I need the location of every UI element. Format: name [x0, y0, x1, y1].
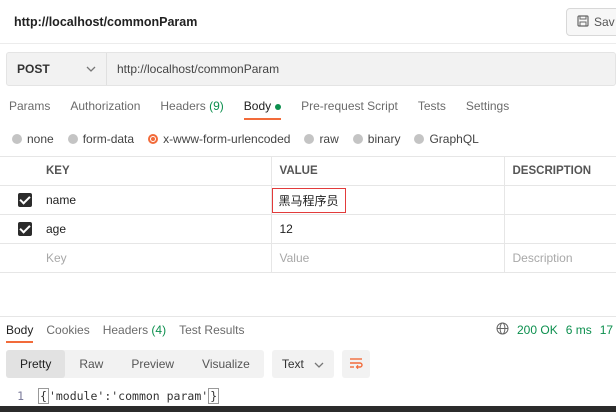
open-brace: { — [38, 388, 49, 404]
window-edge — [0, 406, 616, 412]
view-mode-group: Pretty Raw Preview Visualize — [6, 350, 264, 378]
wrap-lines-button[interactable] — [341, 350, 370, 378]
row-description[interactable] — [504, 185, 616, 215]
tab-tests[interactable]: Tests — [418, 96, 446, 120]
method-label: POST — [17, 62, 50, 76]
radio-none[interactable]: none — [12, 132, 54, 146]
table-row: name 黑马程序员 — [0, 185, 616, 215]
row-value-highlighted: 黑马程序员 — [271, 187, 346, 213]
header-description: DESCRIPTION — [504, 156, 616, 186]
response-toolbar: Pretty Raw Preview Visualize Text — [6, 350, 370, 378]
headers-count: (9) — [209, 99, 224, 113]
header-value: VALUE — [271, 156, 505, 186]
row-checkbox[interactable] — [18, 193, 32, 208]
status-code[interactable]: 200 OK — [517, 323, 558, 337]
row-checkbox-cell — [0, 185, 38, 215]
resp-tab-cookies[interactable]: Cookies — [46, 317, 89, 343]
save-button[interactable]: Sav — [566, 8, 616, 36]
chevron-down-icon — [86, 64, 96, 75]
response-body[interactable]: 1 {'module':'common param'} — [0, 386, 616, 406]
format-select[interactable]: Text — [271, 350, 334, 378]
tab-pre-request-script[interactable]: Pre-request Script — [301, 96, 398, 120]
radio-raw[interactable]: raw — [304, 132, 339, 146]
row-key[interactable]: name — [38, 185, 272, 215]
radio-graphql[interactable]: GraphQL — [414, 132, 479, 146]
row-checkbox-cell — [0, 214, 38, 244]
view-visualize[interactable]: Visualize — [188, 350, 264, 378]
tab-body[interactable]: Body — [243, 96, 282, 120]
response-content: 'module':'common param' — [48, 389, 209, 403]
save-icon — [577, 14, 589, 30]
table-row-new: Key Value Description — [0, 243, 616, 273]
radio-binary[interactable]: binary — [352, 132, 400, 146]
table-header-row: KEY VALUE DESCRIPTION — [0, 156, 616, 186]
tab-headers[interactable]: Headers (9) — [160, 96, 223, 120]
radio-circle-selected — [148, 134, 159, 144]
response-size[interactable]: 17 — [600, 323, 613, 337]
row-checkbox-cell-empty — [0, 243, 38, 273]
params-table: KEY VALUE DESCRIPTION name 黑马程序员 age 12 … — [0, 156, 616, 273]
row-key[interactable]: age — [38, 214, 272, 244]
radio-x-www-form-urlencoded[interactable]: x-www-form-urlencoded — [148, 132, 290, 146]
radio-circle — [414, 134, 425, 144]
radio-circle — [304, 134, 315, 144]
response-time[interactable]: 6 ms — [566, 323, 592, 337]
table-row: age 12 — [0, 214, 616, 244]
url-input[interactable]: http://localhost/commonParam — [107, 62, 279, 76]
method-select[interactable]: POST — [7, 53, 107, 85]
line-number: 1 — [17, 389, 24, 403]
view-pretty[interactable]: Pretty — [6, 350, 66, 378]
resp-tab-headers[interactable]: Headers (4) — [103, 317, 166, 343]
title-bar: http://localhost/commonParam Sav — [0, 0, 616, 44]
response-meta: 200 OK 6 ms 17 — [496, 317, 613, 343]
request-tabs: Params Authorization Headers (9) Body Pr… — [0, 96, 616, 120]
row-value[interactable]: 12 — [271, 214, 505, 244]
save-label: Sav — [594, 15, 615, 29]
globe-icon[interactable] — [496, 322, 509, 338]
row-checkbox[interactable] — [18, 222, 32, 237]
resp-tab-test-results[interactable]: Test Results — [179, 317, 244, 343]
format-label: Text — [281, 357, 304, 371]
row-description[interactable] — [504, 214, 616, 244]
view-raw[interactable]: Raw — [65, 350, 117, 378]
radio-circle — [12, 134, 22, 144]
chevron-down-icon — [314, 357, 324, 371]
resp-tab-body[interactable]: Body — [6, 317, 34, 343]
new-key-input[interactable]: Key — [38, 243, 272, 273]
new-description-input[interactable]: Description — [504, 243, 616, 273]
row-value-cell[interactable]: 黑马程序员 — [271, 185, 505, 215]
tab-authorization[interactable]: Authorization — [70, 96, 140, 120]
header-key: KEY — [38, 156, 272, 186]
tab-settings[interactable]: Settings — [466, 96, 509, 120]
wrap-lines-icon — [349, 357, 363, 372]
request-title: http://localhost/commonParam — [14, 15, 198, 29]
request-bar: POST http://localhost/commonParam — [6, 52, 616, 86]
close-brace: } — [208, 388, 220, 404]
body-active-dot — [275, 103, 282, 110]
new-value-input[interactable]: Value — [271, 243, 505, 273]
response-tabs: Body Cookies Headers (4) Test Results 20… — [0, 316, 616, 343]
resp-headers-count: (4) — [151, 322, 167, 337]
response-text: {'module':'common param'} — [38, 388, 220, 404]
body-type-options: none form-data x-www-form-urlencoded raw… — [12, 130, 493, 148]
tab-params[interactable]: Params — [9, 96, 50, 120]
radio-circle — [67, 134, 78, 144]
radio-form-data[interactable]: form-data — [67, 132, 134, 146]
header-check-cell — [0, 156, 38, 186]
radio-circle — [352, 134, 363, 144]
view-preview[interactable]: Preview — [117, 350, 188, 378]
